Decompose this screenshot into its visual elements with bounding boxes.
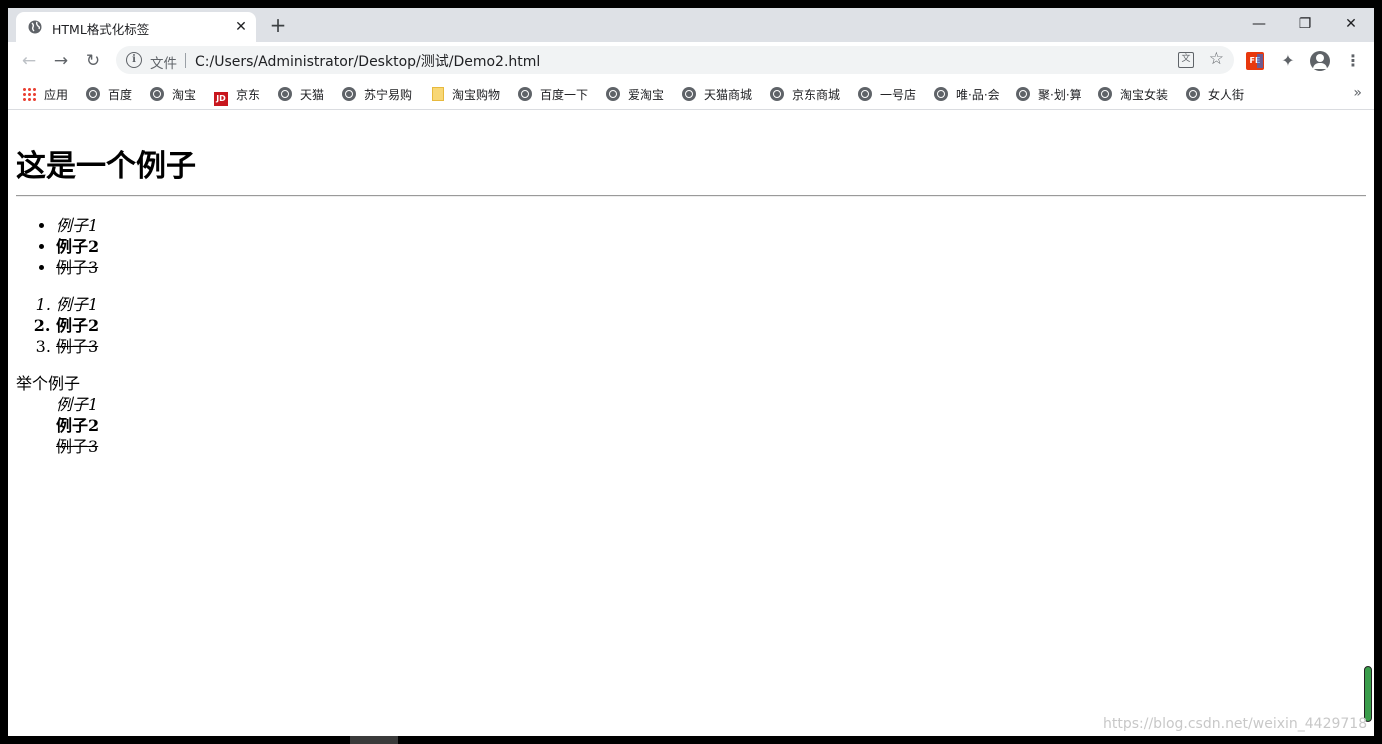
bookmark-item[interactable]: 苏宁易购 [342, 87, 412, 103]
list-item: 例子3 [56, 257, 99, 278]
more-bookmarks-icon[interactable]: » [1353, 85, 1362, 101]
menu-kebab-icon[interactable]: ⋮ [1344, 52, 1362, 70]
bookmark-item[interactable]: 女人街 [1186, 87, 1244, 103]
definition-item: 例子3 [56, 437, 99, 456]
browser-toolbar: ← → ↻ i 文件 C:/Users/Administrator/Deskto… [8, 42, 1374, 80]
new-tab-button[interactable]: + [268, 15, 288, 36]
globe-icon [86, 87, 100, 101]
url-text[interactable]: C:/Users/Administrator/Desktop/测试/Demo2.… [195, 51, 540, 71]
ordered-list: 例子1 例子2 例子3 [56, 294, 99, 357]
back-button[interactable]: ← [18, 50, 40, 72]
apps-icon [22, 87, 36, 101]
definition-item: 例子2 [56, 416, 100, 435]
fe-extension-icon[interactable]: FE [1246, 52, 1264, 70]
tab-strip: HTML格式化标签 ✕ + — ❐ ✕ [8, 8, 1374, 42]
bookmark-item[interactable]: 百度一下 [518, 87, 588, 103]
bookmark-folder[interactable]: 淘宝购物 [432, 87, 500, 103]
bookmark-item[interactable]: 天猫商城 [682, 87, 752, 103]
list-item: 例子2 [56, 315, 99, 336]
address-bar[interactable]: i 文件 C:/Users/Administrator/Desktop/测试/D… [116, 46, 1234, 74]
list-item: 例子2 [56, 236, 99, 257]
tab-title: HTML格式化标签 [52, 22, 150, 37]
translate-icon[interactable]: 文 [1178, 52, 1194, 68]
horizontal-rule [16, 195, 1366, 197]
globe-icon [342, 87, 356, 101]
definition-term: 举个例子 [16, 374, 81, 393]
globe-icon [858, 87, 872, 101]
bookmark-item[interactable]: 京东商城 [770, 87, 840, 103]
close-tab-icon[interactable]: ✕ [232, 18, 250, 36]
unordered-list: 例子1 例子2 例子3 [56, 215, 99, 278]
globe-icon [28, 20, 42, 34]
bookmark-item[interactable]: 淘宝女装 [1098, 87, 1168, 103]
bookmark-item[interactable]: JD 京东 [214, 87, 260, 106]
list-item: 例子3 [56, 336, 99, 357]
globe-icon [150, 87, 164, 101]
bookmark-item[interactable]: 一号店 [858, 87, 916, 103]
browser-window: HTML格式化标签 ✕ + — ❐ ✕ ← → ↻ i 文件 C:/Users/… [8, 8, 1374, 736]
jd-icon: JD [214, 92, 228, 106]
globe-icon [934, 87, 948, 101]
profile-avatar-icon[interactable] [1310, 51, 1330, 71]
tab-active[interactable]: HTML格式化标签 ✕ [16, 12, 256, 42]
globe-icon [1098, 87, 1112, 101]
bookmark-item[interactable]: 百度 [86, 87, 132, 103]
watermark-text: https://blog.csdn.net/weixin_4429718 [1103, 716, 1368, 732]
extensions-puzzle-icon[interactable]: ✦ [1279, 52, 1297, 70]
scheme-label: 文件 [150, 56, 177, 72]
globe-icon [682, 87, 696, 101]
bookmark-item[interactable]: 天猫 [278, 87, 324, 103]
bookmark-item[interactable]: 淘宝 [150, 87, 196, 103]
bookmarks-bar: 应用 百度 淘宝 JD 京东 天猫 苏宁易购 淘宝购物 百度一下 爱淘宝 天猫商城… [8, 80, 1374, 110]
list-item: 例子1 [56, 294, 99, 315]
globe-icon [1016, 87, 1030, 101]
list-item: 例子1 [56, 215, 99, 236]
globe-icon [606, 87, 620, 101]
definition-item: 例子1 [56, 395, 99, 414]
bookmark-star-icon[interactable]: ☆ [1209, 49, 1224, 69]
address-separator [185, 53, 186, 68]
page-heading: 这是一个例子 [16, 149, 196, 184]
globe-icon [1186, 87, 1200, 101]
globe-icon [278, 87, 292, 101]
bookmark-item[interactable]: 爱淘宝 [606, 87, 664, 103]
forward-button[interactable]: → [50, 50, 72, 72]
minimize-button[interactable]: — [1247, 14, 1271, 34]
scrollbar-thumb[interactable] [1364, 666, 1372, 722]
close-window-button[interactable]: ✕ [1339, 14, 1363, 34]
info-icon[interactable]: i [126, 52, 142, 68]
folder-icon [432, 87, 444, 101]
globe-icon [518, 87, 532, 101]
taskbar-fragment [350, 736, 398, 744]
page-content: 这是一个例子 例子1 例子2 例子3 例子1 例子2 例子3 举个例子 例子1 … [8, 111, 1374, 736]
bookmark-item[interactable]: 应用 [22, 87, 68, 103]
reload-button[interactable]: ↻ [82, 50, 104, 72]
globe-icon [770, 87, 784, 101]
bookmark-item[interactable]: 聚·划·算 [1016, 87, 1082, 103]
bookmark-item[interactable]: 唯·品·会 [934, 87, 1000, 103]
restore-button[interactable]: ❐ [1293, 14, 1317, 34]
